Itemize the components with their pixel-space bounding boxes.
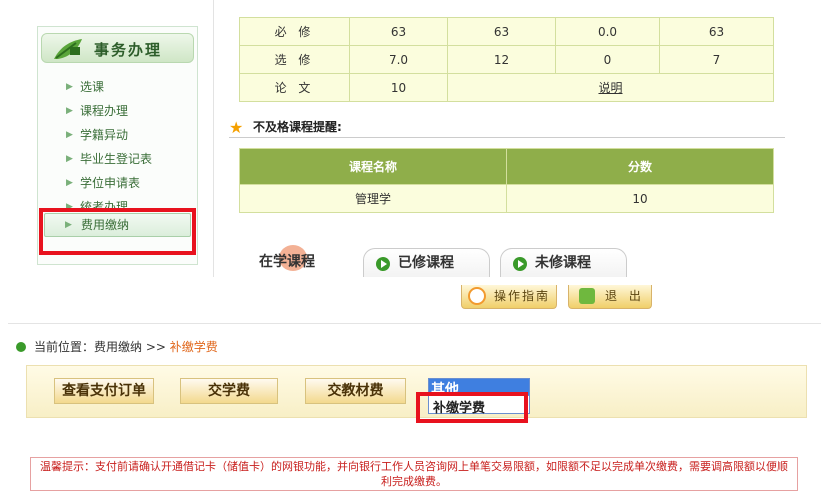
- breadcrumb-prefix: 当前位置：费用缴纳 >>: [34, 340, 170, 354]
- cell: 7: [659, 45, 774, 74]
- sidebar-header: 事务办理: [41, 33, 194, 63]
- warm-tip: 温馨提示：支付前请确认开通借记卡（储值卡）的网银功能，并向银行工作人员咨询网上单…: [30, 457, 798, 491]
- course-tabs: 在学课程 已修课程 未修课程: [213, 244, 800, 277]
- bottom-panel: 操作指南 退 出 当前位置：费用缴纳 >> 补缴学费 查看支付订单 交学费 交教…: [0, 285, 821, 501]
- tab-label: 已修课程: [398, 255, 454, 271]
- select-value: 其他: [431, 382, 459, 392]
- exit-label: 退 出: [605, 289, 645, 303]
- column-header: 分数: [506, 148, 774, 185]
- table-row: 选 修 7.0 12 0 7: [239, 45, 774, 74]
- row-label: 选 修: [239, 45, 350, 74]
- cell: 12: [447, 45, 556, 74]
- arrow-icon: ▶: [66, 154, 73, 164]
- cell: 10: [349, 73, 448, 102]
- arrow-icon: ▶: [66, 130, 73, 140]
- cell: 63: [659, 17, 774, 46]
- sidebar-item-exam-handling[interactable]: ▶ 统考办理: [38, 195, 197, 209]
- table-header-row: 课程名称 分数: [239, 148, 774, 185]
- row-label: 必 修: [239, 17, 350, 46]
- sidebar-item-course-handling[interactable]: ▶ 课程办理: [38, 99, 197, 123]
- play-icon: [376, 257, 390, 271]
- table-row: 论 文 10 说明: [239, 73, 774, 102]
- play-icon: [513, 257, 527, 271]
- divider: [8, 323, 821, 324]
- pay-tuition-button[interactable]: 交学费: [180, 378, 278, 404]
- arrow-icon: ▶: [66, 106, 73, 116]
- exit-button[interactable]: 退 出: [568, 285, 652, 309]
- sidebar-item-label: 学籍异动: [80, 128, 129, 142]
- tab-label: 在学课程: [259, 254, 315, 270]
- question-icon: [468, 287, 486, 305]
- breadcrumb-current: 补缴学费: [169, 340, 218, 354]
- view-orders-button[interactable]: 查看支付订单: [54, 378, 154, 404]
- location-icon: [16, 342, 26, 352]
- tab-current-courses[interactable]: 在学课程: [259, 245, 315, 277]
- fail-courses-table: 课程名称 分数 管理学 10: [239, 148, 774, 213]
- credits-table: 必 修 63 63 0.0 63 选 修 7.0 12 0 7 论 文 10 说…: [239, 17, 774, 102]
- sidebar-title: 事务办理: [94, 41, 163, 59]
- fail-title-text: 不及格课程提醒:: [253, 120, 342, 134]
- explanation-link[interactable]: 说明: [598, 81, 622, 95]
- cell: 63: [447, 17, 556, 46]
- sidebar-item-label: 选课: [80, 80, 105, 94]
- tab-label: 未修课程: [535, 255, 591, 271]
- column-header: 课程名称: [239, 148, 507, 185]
- sidebar-item-label: 课程办理: [80, 104, 129, 118]
- leaf-icon: [54, 39, 82, 59]
- highlight-box: [416, 392, 528, 423]
- sidebar-item-status-change[interactable]: ▶ 学籍异动: [38, 123, 197, 147]
- table-row: 管理学 10: [239, 184, 774, 213]
- cell: 0.0: [555, 17, 660, 46]
- table-row: 必 修 63 63 0.0 63: [239, 17, 774, 46]
- divider: [229, 137, 785, 138]
- sidebar-item-label: 学位申请表: [80, 176, 141, 190]
- cell: 7.0: [349, 45, 448, 74]
- breadcrumb-text: 当前位置：费用缴纳 >> 补缴学费: [34, 338, 218, 356]
- exit-icon: [579, 288, 595, 304]
- cell: 说明: [447, 73, 774, 102]
- highlight-box: [39, 208, 196, 255]
- arrow-icon: ▶: [66, 202, 73, 209]
- tab-completed-courses[interactable]: 已修课程: [363, 248, 490, 277]
- guide-button[interactable]: 操作指南: [461, 285, 557, 309]
- panel-gap: [0, 277, 821, 285]
- pay-materials-button[interactable]: 交教材费: [305, 378, 406, 404]
- guide-label: 操作指南: [494, 289, 551, 303]
- sidebar-item-course-selection[interactable]: ▶ 选课: [38, 75, 197, 99]
- cell: 0: [555, 45, 660, 74]
- sidebar-item-label: 毕业生登记表: [80, 152, 153, 166]
- sidebar-item-degree-form[interactable]: ▶ 学位申请表: [38, 171, 197, 195]
- arrow-icon: ▶: [66, 82, 73, 92]
- cell: 63: [349, 17, 448, 46]
- tab-pending-courses[interactable]: 未修课程: [500, 248, 627, 277]
- sidebar-item-graduate-form[interactable]: ▶ 毕业生登记表: [38, 147, 197, 171]
- cell: 管理学: [239, 184, 507, 213]
- top-panel: 事务办理 ▶ 选课 ▶ 课程办理 ▶ 学籍异动 ▶ 毕业生登记表 ▶ 学位申请表 ▶ 统考办…: [0, 0, 821, 277]
- star-icon: ★: [229, 118, 244, 137]
- arrow-icon: ▶: [66, 178, 73, 188]
- row-label: 论 文: [239, 73, 350, 102]
- cell: 10: [506, 184, 774, 213]
